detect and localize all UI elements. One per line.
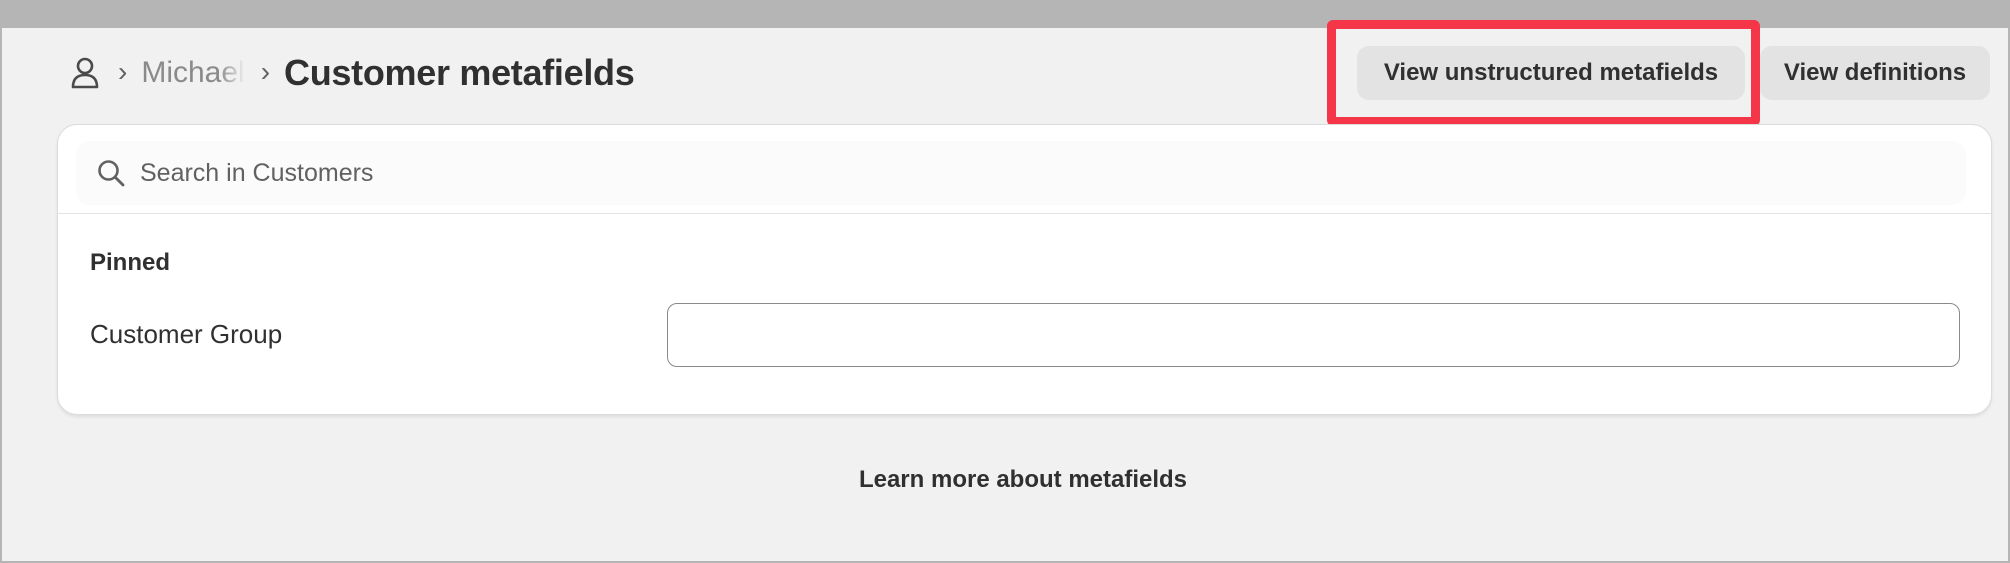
breadcrumb-customer-link[interactable]: Michael (141, 56, 244, 90)
view-definitions-button[interactable]: View definitions (1760, 46, 1990, 100)
divider (58, 213, 1991, 214)
metafields-card: Pinned Customer Group (57, 124, 1992, 415)
page-title: Customer metafields (284, 52, 635, 93)
search-input[interactable] (140, 158, 1940, 188)
highlight-box (1327, 20, 1760, 126)
pinned-section-label: Pinned (90, 249, 171, 276)
search-bar[interactable] (76, 141, 1966, 205)
person-icon[interactable] (68, 56, 102, 90)
customer-group-field[interactable] (667, 303, 1960, 367)
breadcrumb-separator: › (118, 56, 128, 87)
page-header: › Michael › Customer metafields (68, 48, 635, 98)
learn-more-link[interactable]: Learn more about metafields (0, 466, 2010, 494)
search-icon (96, 158, 126, 188)
customer-group-label: Customer Group (90, 319, 283, 349)
breadcrumb-separator: › (260, 56, 271, 87)
